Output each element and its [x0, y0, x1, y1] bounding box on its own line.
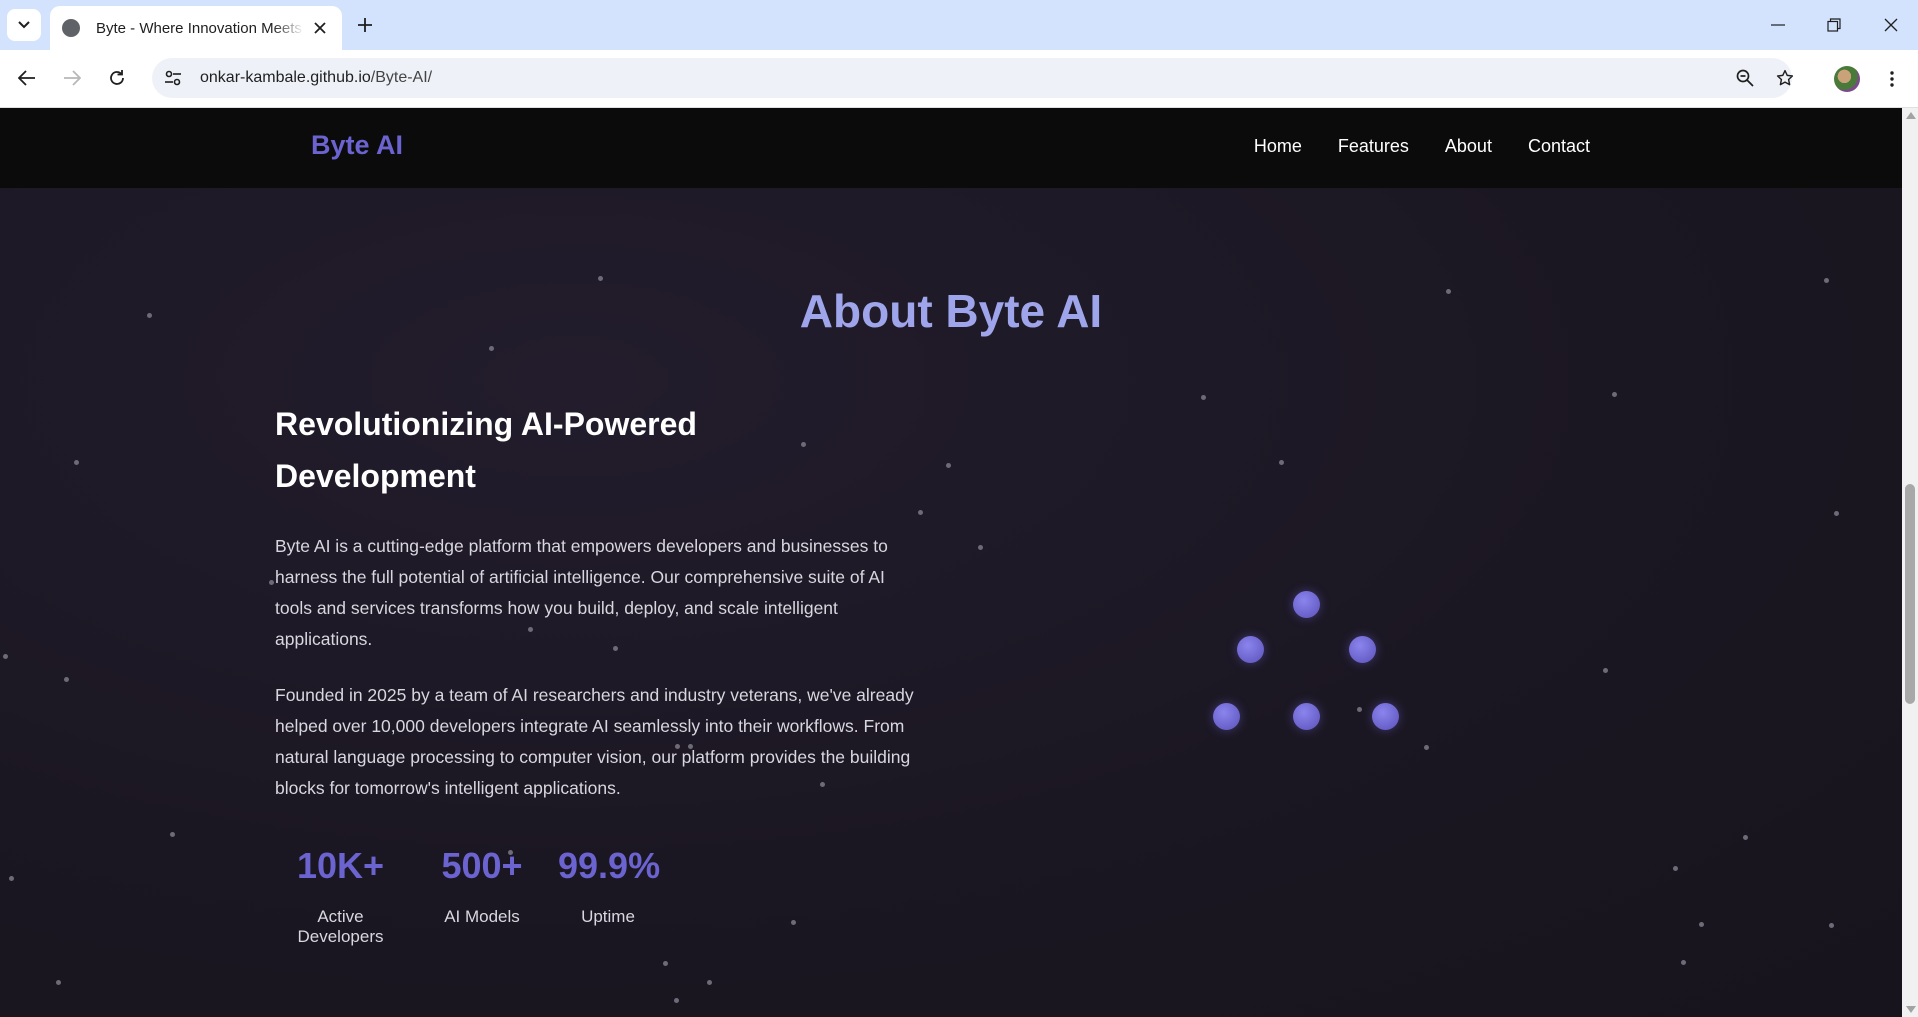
star-particle	[1681, 960, 1686, 965]
browser-tabstrip: Byte - Where Innovation Meets	[0, 0, 1918, 50]
stat-value: 99.9%	[558, 845, 661, 886]
bookmark-button[interactable]	[1768, 61, 1802, 95]
star-particle	[1673, 866, 1678, 871]
star-particle	[918, 510, 923, 515]
star-particle	[1743, 835, 1748, 840]
star-particle	[1424, 745, 1429, 750]
network-node	[1237, 636, 1264, 663]
scroll-down-arrow[interactable]	[1906, 1006, 1916, 1013]
star-particle	[1357, 707, 1362, 712]
browser-toolbar: onkar-kambale.github.io/Byte-AI/	[0, 50, 1918, 108]
browser-menu-button[interactable]	[1880, 62, 1904, 96]
arrow-right-icon	[64, 70, 81, 86]
stat-value: 500+	[441, 845, 523, 886]
network-node	[1293, 591, 1320, 618]
star-particle	[791, 920, 796, 925]
stat-label: AI Models	[444, 907, 520, 926]
browser-tab[interactable]: Byte - Where Innovation Meets	[50, 6, 342, 50]
globe-icon	[62, 19, 80, 37]
star-particle	[1603, 668, 1608, 673]
star-particle	[1612, 392, 1617, 397]
forward-button[interactable]	[55, 61, 89, 95]
star-particle	[946, 463, 951, 468]
star-particle	[1279, 460, 1284, 465]
star-particle	[801, 442, 806, 447]
nav-links: Home Features About Contact	[1254, 136, 1590, 157]
zoom-out-icon	[1736, 69, 1754, 87]
url-host: onkar-kambale.github.io	[200, 69, 371, 86]
stat-value: 10K+	[296, 845, 385, 886]
about-paragraph: Founded in 2025 by a team of AI research…	[275, 685, 914, 798]
nav-link-about[interactable]: About	[1445, 136, 1492, 157]
star-particle	[74, 460, 79, 465]
close-window-button[interactable]	[1871, 8, 1911, 42]
site-info-button[interactable]	[156, 61, 190, 95]
about-subtitle: Revolutionizing AI-Powered Development	[275, 406, 697, 494]
network-node	[1293, 703, 1320, 730]
star-particle	[269, 580, 274, 585]
stat-item: 99.9% Uptime	[558, 845, 661, 947]
star-particle	[1699, 922, 1704, 927]
star-particle	[3, 654, 8, 659]
address-bar[interactable]: onkar-kambale.github.io/Byte-AI/	[152, 58, 1794, 98]
section-title: About Byte AI	[799, 285, 1103, 337]
back-button[interactable]	[10, 61, 44, 95]
tab-search-button[interactable]	[7, 9, 41, 41]
about-paragraph: Byte AI is a cutting-edge platform that …	[275, 536, 888, 649]
minimize-icon	[1771, 24, 1785, 26]
network-node	[1213, 703, 1240, 730]
close-tab-button[interactable]	[310, 18, 330, 38]
tune-icon	[165, 70, 181, 86]
close-icon	[1884, 18, 1898, 32]
reload-icon	[110, 70, 124, 85]
scroll-thumb[interactable]	[1905, 484, 1915, 704]
network-node	[1372, 703, 1399, 730]
star-particle	[663, 961, 668, 966]
url-text: onkar-kambale.github.io/Byte-AI/	[200, 69, 432, 87]
nav-link-features[interactable]: Features	[1338, 136, 1409, 157]
stats-row: 10K+ Active Developers 500+ AI Models 99…	[275, 845, 661, 947]
star-particle	[674, 998, 679, 1003]
star-particle	[56, 980, 61, 985]
page-viewport: Byte AI Home Features About Contact Abou…	[0, 108, 1918, 1017]
close-icon	[314, 22, 326, 34]
star-particle	[9, 876, 14, 881]
minimize-button[interactable]	[1758, 8, 1798, 42]
star-particle	[1201, 395, 1206, 400]
plus-icon	[358, 18, 372, 32]
star-particle	[1834, 511, 1839, 516]
star-particle	[598, 276, 603, 281]
brand-logo[interactable]: Byte AI	[311, 130, 403, 161]
star-icon	[1776, 69, 1794, 86]
more-vert-icon	[1890, 71, 1894, 87]
stat-item: 500+ AI Models	[406, 845, 558, 947]
network-node	[1349, 636, 1376, 663]
restore-icon	[1827, 18, 1841, 32]
tab-title: Byte - Where Innovation Meets	[96, 19, 302, 37]
stat-label: Uptime	[581, 907, 635, 926]
nav-link-contact[interactable]: Contact	[1528, 136, 1590, 157]
star-particle	[170, 832, 175, 837]
reload-button[interactable]	[100, 61, 134, 95]
new-tab-button[interactable]	[352, 12, 378, 38]
restore-button[interactable]	[1814, 8, 1854, 42]
url-path: /Byte-AI/	[370, 69, 433, 86]
stat-item: 10K+ Active Developers	[275, 845, 406, 947]
site-navbar: Byte AI Home Features About Contact	[0, 108, 1902, 188]
scroll-up-arrow[interactable]	[1906, 112, 1916, 119]
star-particle	[1824, 278, 1829, 283]
nav-link-home[interactable]: Home	[1254, 136, 1302, 157]
star-particle	[1829, 923, 1834, 928]
chevron-down-icon	[18, 21, 30, 29]
star-particle	[64, 677, 69, 682]
stat-label: Active Developers	[297, 907, 384, 946]
zoom-button[interactable]	[1728, 61, 1762, 95]
star-particle	[707, 980, 712, 985]
star-particle	[489, 346, 494, 351]
star-particle	[978, 545, 983, 550]
page-scrollbar[interactable]	[1902, 108, 1918, 1017]
profile-avatar[interactable]	[1834, 66, 1860, 92]
arrow-left-icon	[18, 70, 35, 86]
